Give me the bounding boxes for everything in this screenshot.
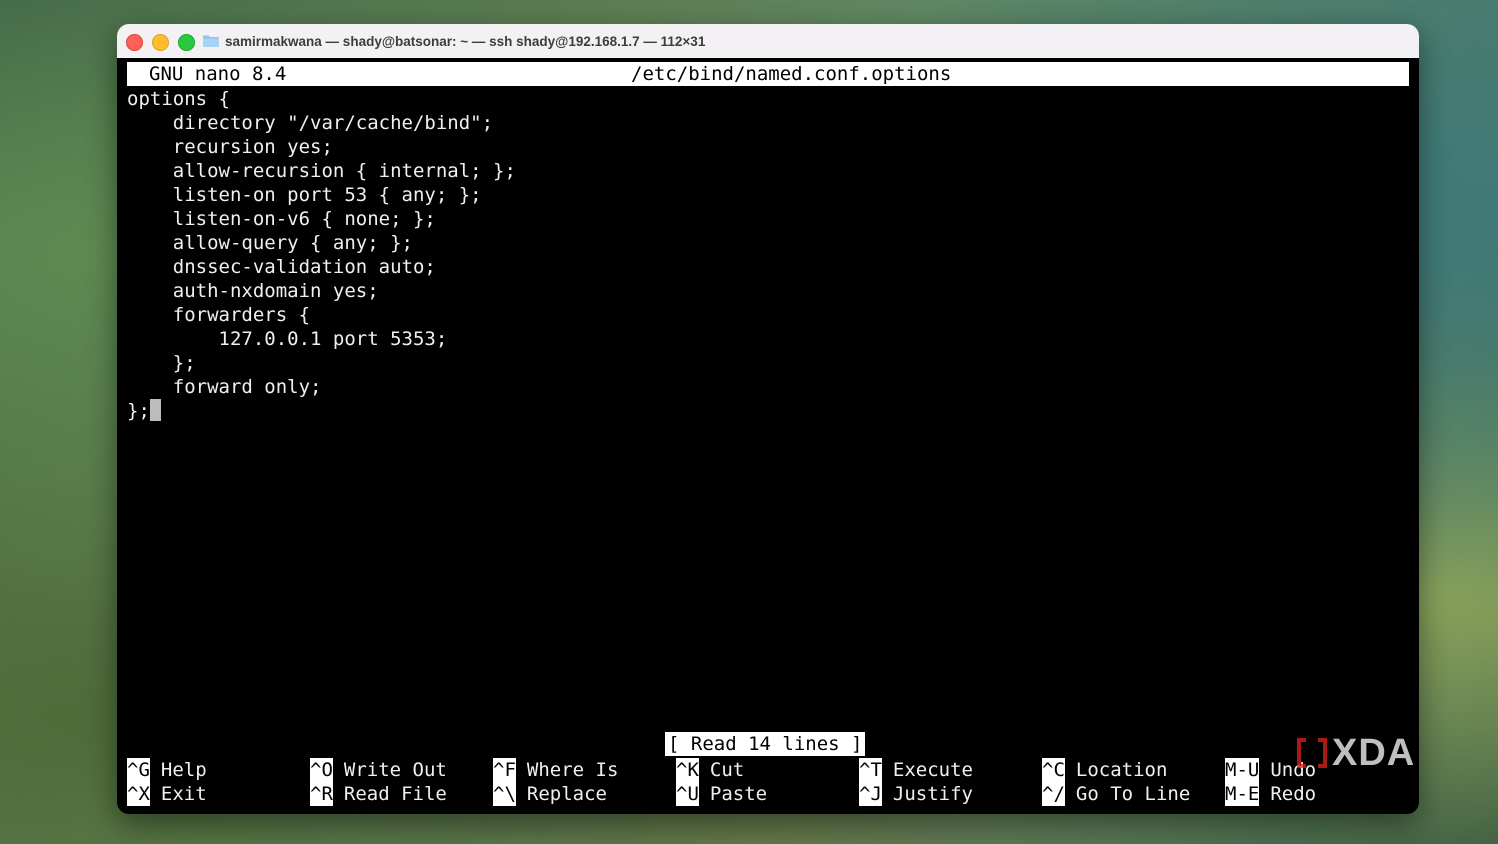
shortcut-label: Paste: [709, 783, 768, 805]
window-title: samirmakwana — shady@batsonar: ~ — ssh s…: [225, 33, 706, 49]
file-name: /etc/bind/named.conf.options: [631, 63, 952, 85]
shortcut-key: ^C: [1042, 758, 1065, 782]
status-message: [ Read 14 lines ]: [665, 732, 866, 756]
shortcut-key: M-E: [1225, 782, 1260, 806]
code-line-text: };: [127, 400, 150, 422]
code-line[interactable]: 127.0.0.1 port 5353;: [127, 327, 516, 351]
shortcut-help[interactable]: ^G Help: [127, 758, 207, 782]
shortcut-key: ^R: [310, 782, 333, 806]
shortcut-label: Read File: [343, 783, 447, 805]
shortcut-label: Redo: [1270, 783, 1317, 805]
shortcut-read-file[interactable]: ^R Read File: [310, 782, 447, 806]
shortcut-exit[interactable]: ^X Exit: [127, 782, 207, 806]
shortcut-label: Exit: [160, 783, 207, 805]
shortcut-key: ^F: [493, 758, 516, 782]
zoom-button[interactable]: [178, 34, 195, 51]
code-line[interactable]: forward only;: [127, 375, 516, 399]
code-line[interactable]: };: [127, 351, 516, 375]
minimize-button[interactable]: [152, 34, 169, 51]
code-line[interactable]: listen-on port 53 { any; };: [127, 183, 516, 207]
shortcut-label: Location: [1075, 759, 1168, 781]
xda-logo-icon: [1297, 738, 1327, 768]
shortcut-key: ^/: [1042, 782, 1065, 806]
shortcut-where-is[interactable]: ^F Where Is: [493, 758, 618, 782]
code-line[interactable]: listen-on-v6 { none; };: [127, 207, 516, 231]
nano-version: GNU nano 8.4: [149, 63, 287, 85]
shortcut-key: M-U: [1225, 758, 1260, 782]
shortcut-label: Replace: [526, 783, 607, 805]
shortcut-cut[interactable]: ^K Cut: [676, 758, 744, 782]
shortcut-key: ^G: [127, 758, 150, 782]
shortcut-key: ^U: [676, 782, 699, 806]
shortcut-key: ^J: [859, 782, 882, 806]
shortcut-key: ^O: [310, 758, 333, 782]
code-line[interactable]: forwarders {: [127, 303, 516, 327]
code-line[interactable]: auth-nxdomain yes;: [127, 279, 516, 303]
shortcut-go-to-line[interactable]: ^/ Go To Line: [1042, 782, 1190, 806]
traffic-lights: [126, 34, 195, 51]
shortcut-label: Write Out: [343, 759, 447, 781]
code-line[interactable]: dnssec-validation auto;: [127, 255, 516, 279]
code-line[interactable]: options {: [127, 87, 516, 111]
shortcut-key: ^\: [493, 782, 516, 806]
terminal-window: samirmakwana — shady@batsonar: ~ — ssh s…: [117, 24, 1419, 814]
shortcut-write-out[interactable]: ^O Write Out: [310, 758, 447, 782]
shortcut-paste[interactable]: ^U Paste: [676, 782, 767, 806]
xda-watermark: XDA: [1296, 734, 1415, 772]
code-line[interactable]: allow-recursion { internal; };: [127, 159, 516, 183]
window-title-group: samirmakwana — shady@batsonar: ~ — ssh s…: [203, 24, 705, 58]
shortcut-location[interactable]: ^C Location: [1042, 758, 1167, 782]
shortcut-justify[interactable]: ^J Justify: [859, 782, 973, 806]
shortcut-redo[interactable]: M-E Redo: [1225, 782, 1316, 806]
title-bar[interactable]: samirmakwana — shady@batsonar: ~ — ssh s…: [117, 24, 1419, 58]
shortcut-label: Justify: [892, 783, 973, 805]
text-cursor: [149, 399, 161, 421]
shortcut-label: Cut: [709, 759, 745, 781]
shortcut-key: ^K: [676, 758, 699, 782]
nano-header-bar: GNU nano 8.4 /etc/bind/named.conf.option…: [127, 62, 1409, 86]
shortcut-label: Go To Line: [1075, 783, 1191, 805]
shortcut-label: Help: [160, 759, 207, 781]
shortcut-key: ^X: [127, 782, 150, 806]
close-button[interactable]: [126, 34, 143, 51]
terminal-content[interactable]: GNU nano 8.4 /etc/bind/named.conf.option…: [127, 62, 1409, 806]
code-line[interactable]: directory "/var/cache/bind";: [127, 111, 516, 135]
shortcut-label: Execute: [892, 759, 973, 781]
code-line[interactable]: recursion yes;: [127, 135, 516, 159]
xda-logo-text: XDA: [1332, 732, 1416, 774]
code-line[interactable]: allow-query { any; };: [127, 231, 516, 255]
shortcut-execute[interactable]: ^T Execute: [859, 758, 973, 782]
code-line-last[interactable]: };: [127, 399, 516, 423]
folder-icon: [203, 35, 219, 47]
editor-buffer[interactable]: options { directory "/var/cache/bind"; r…: [127, 87, 516, 423]
shortcut-replace[interactable]: ^\ Replace: [493, 782, 607, 806]
shortcut-label: Where Is: [526, 759, 619, 781]
shortcut-key: ^T: [859, 758, 882, 782]
